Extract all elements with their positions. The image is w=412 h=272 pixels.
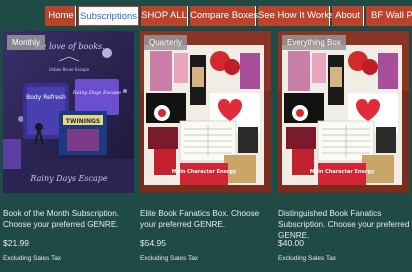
product-image-monthly[interactable]: the love of books. Unbox Bruer Escape Bo… <box>3 31 134 193</box>
badge-monthly: Monthly <box>7 35 46 50</box>
product-image-everything[interactable]: Main Character Energy Everything Box <box>278 31 409 193</box>
nav-see-how-it-works[interactable]: See How It Works <box>258 6 334 26</box>
product-tax-everything: Excluding Sales Tax <box>278 255 337 262</box>
page: Home Subscriptions SHOP ALL Compare Boxe… <box>0 0 412 272</box>
product-image-quarterly[interactable]: Main Character Energy Quarterly <box>140 31 271 193</box>
badge-everything: Everything Box <box>282 35 346 50</box>
nav-compare-boxes[interactable]: Compare Boxes <box>190 6 258 26</box>
product-tax-monthly: Excluding Sales Tax <box>3 255 62 262</box>
product-card-quarterly[interactable]: Main Character Energy Quarterly Elite Bo… <box>140 31 271 272</box>
top-nav: Home Subscriptions SHOP ALL Compare Boxe… <box>0 0 412 30</box>
image-book1-text: Body Refresh <box>26 94 66 101</box>
product-card-everything[interactable]: Main Character Energy Everything Box Dis… <box>278 31 412 272</box>
image-brand-text: Unbox Bruer Escape <box>49 67 90 72</box>
nav-about[interactable]: About <box>332 6 364 26</box>
product-price-monthly: $21.99 <box>3 238 29 248</box>
image-sign-text-3: Main Character Energy <box>310 169 375 175</box>
nav-home[interactable]: Home <box>47 6 76 26</box>
product-title-everything[interactable]: Distinguished Book Fanatics Subscription… <box>278 208 412 241</box>
nav-shop-all[interactable]: SHOP ALL <box>141 6 188 26</box>
image-book2-text: Rainy Days Escape <box>72 90 121 96</box>
badge-quarterly: Quarterly <box>144 35 187 50</box>
image-sign-text-2: Main Character Energy <box>172 169 237 175</box>
everything-box-image: Main Character Energy <box>278 31 409 193</box>
product-title-monthly[interactable]: Book of the Month Subscription. Choose y… <box>3 208 137 230</box>
image-tea-text: TWININGS <box>66 118 100 125</box>
monthly-box-image: the love of books. Unbox Bruer Escape Bo… <box>3 31 134 193</box>
image-bottom-text: Rainy Days Escape <box>29 174 107 183</box>
product-title-quarterly[interactable]: Elite Book Fanatics Box. Choose your pre… <box>140 208 274 230</box>
product-card-monthly[interactable]: the love of books. Unbox Bruer Escape Bo… <box>3 31 134 272</box>
nav-subscriptions[interactable]: Subscriptions <box>78 6 139 26</box>
product-price-quarterly: $54.95 <box>140 238 166 248</box>
product-tax-quarterly: Excluding Sales Tax <box>140 255 199 262</box>
product-price-everything: $40.00 <box>278 238 304 248</box>
quarterly-box-image: Main Character Energy <box>140 31 271 193</box>
nav-bf-wall-pa[interactable]: BF Wall Pa <box>366 6 412 26</box>
